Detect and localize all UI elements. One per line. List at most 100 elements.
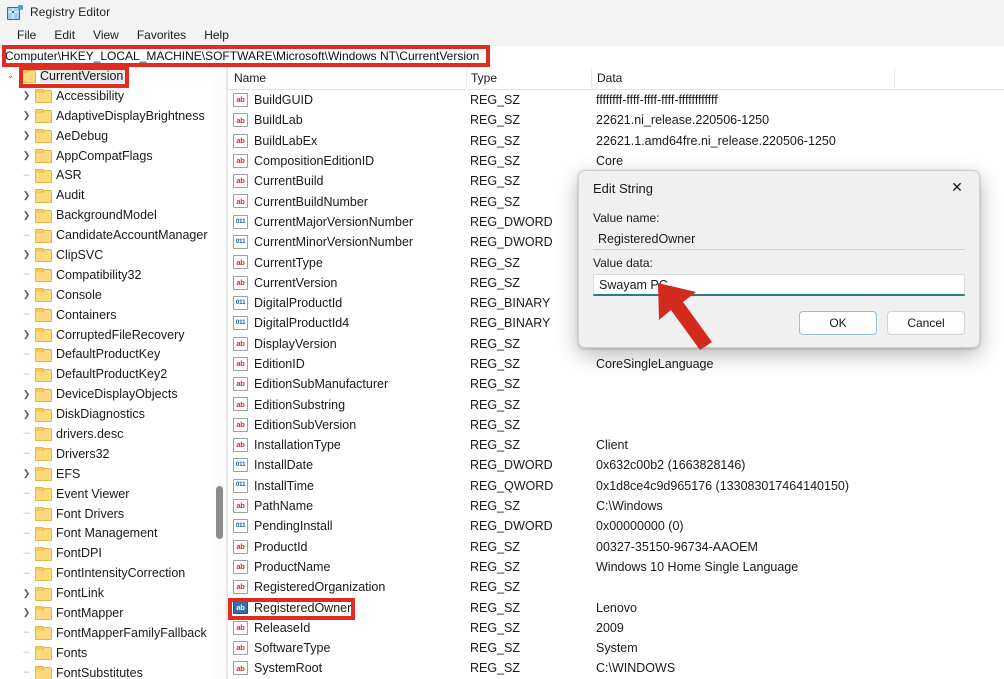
- tree-item-drivers32[interactable]: –Drivers32: [0, 444, 226, 464]
- tree-item-defaultproductkey2[interactable]: –DefaultProductKey2: [0, 364, 226, 384]
- menu-view[interactable]: View: [84, 26, 128, 44]
- chevron-right-icon[interactable]: ❯: [18, 151, 35, 160]
- tree-item-label: EFS: [56, 467, 84, 481]
- tree-item-font-management[interactable]: –Font Management: [0, 523, 226, 543]
- tree-line-icon: –: [18, 309, 35, 320]
- chevron-right-icon[interactable]: ❯: [18, 91, 35, 100]
- table-row[interactable]: 011PendingInstallREG_DWORD0x00000000 (0): [228, 516, 1004, 536]
- table-row[interactable]: abSystemRootREG_SZC:\WINDOWS: [228, 658, 1004, 678]
- cancel-button[interactable]: Cancel: [887, 311, 965, 335]
- table-row[interactable]: abBuildLabREG_SZ22621.ni_release.220506-…: [228, 110, 1004, 130]
- tree-item-candidateaccountmanager[interactable]: –CandidateAccountManager: [0, 225, 226, 245]
- tree-item-efs[interactable]: ❯ EFS: [0, 464, 226, 484]
- tree-item-appcompatflags[interactable]: ❯AppCompatFlags: [0, 146, 226, 166]
- table-row[interactable]: abRegisteredOrganizationREG_SZ: [228, 577, 1004, 597]
- table-row[interactable]: abCompositionEditionIDREG_SZCore: [228, 151, 1004, 171]
- tree-item-font-drivers[interactable]: –Font Drivers: [0, 504, 226, 524]
- tree-item-console[interactable]: ❯Console: [0, 285, 226, 305]
- tree-item-fontmapper[interactable]: ❯FontMapper: [0, 603, 226, 623]
- tree-item-diskdiagnostics[interactable]: ❯DiskDiagnostics: [0, 404, 226, 424]
- chevron-right-icon[interactable]: ❯: [18, 469, 35, 478]
- tree-scrollbar[interactable]: [212, 66, 226, 679]
- column-header-data[interactable]: Data: [597, 71, 622, 85]
- address-path: Computer\HKEY_LOCAL_MACHINE\SOFTWARE\Mic…: [0, 49, 479, 63]
- chevron-right-icon[interactable]: ❯: [18, 131, 35, 140]
- value-data-input[interactable]: Swayam PC: [593, 274, 965, 296]
- menu-edit[interactable]: Edit: [45, 26, 84, 44]
- tree-item-drivers-desc[interactable]: –drivers.desc: [0, 424, 226, 444]
- ok-button[interactable]: OK: [799, 311, 877, 335]
- value-type-cell: REG_BINARY: [470, 296, 550, 310]
- chevron-right-icon[interactable]: ❯: [18, 290, 35, 299]
- tree-item-asr[interactable]: –ASR: [0, 165, 226, 185]
- tree-item-fontsubstitutes[interactable]: –FontSubstitutes: [0, 663, 226, 679]
- chevron-right-icon[interactable]: ❯: [18, 211, 35, 220]
- chevron-right-icon[interactable]: ❯: [18, 390, 35, 399]
- table-row[interactable]: 011InstallDateREG_DWORD0x632c00b2 (16638…: [228, 455, 1004, 475]
- chevron-right-icon[interactable]: ❯: [18, 589, 35, 598]
- tree-item-fontdpi[interactable]: –FontDPI: [0, 543, 226, 563]
- value-name-cell: CurrentBuild: [254, 174, 323, 188]
- table-row[interactable]: abPathNameREG_SZC:\Windows: [228, 496, 1004, 516]
- close-icon[interactable]: ✕: [935, 171, 979, 203]
- tree-item-corruptedfilerecovery[interactable]: ❯CorruptedFileRecovery: [0, 325, 226, 345]
- tree-item-fontlink[interactable]: ❯FontLink: [0, 583, 226, 603]
- table-row[interactable]: abEditionSubManufacturerREG_SZ: [228, 374, 1004, 394]
- tree-item-fonts[interactable]: –Fonts: [0, 643, 226, 663]
- table-row[interactable]: abProductNameREG_SZWindows 10 Home Singl…: [228, 557, 1004, 577]
- chevron-right-icon[interactable]: ❯: [18, 191, 35, 200]
- tree-item-backgroundmodel[interactable]: ❯BackgroundModel: [0, 205, 226, 225]
- edit-string-dialog: Edit String ✕ Value name: RegisteredOwne…: [578, 170, 980, 348]
- value-type-cell: REG_QWORD: [470, 479, 553, 493]
- binary-value-icon: 011: [233, 215, 248, 229]
- chevron-right-icon[interactable]: ❯: [18, 410, 35, 419]
- tree-item-aedebug[interactable]: ❯ AeDebug: [0, 126, 226, 146]
- table-row[interactable]: abEditionSubstringREG_SZ: [228, 394, 1004, 414]
- registry-values-list[interactable]: Name Type Data abBuildGUIDREG_SZffffffff…: [228, 66, 1004, 679]
- tree-scrollbar-thumb[interactable]: [216, 486, 223, 539]
- table-row[interactable]: abReleaseIdREG_SZ2009: [228, 618, 1004, 638]
- table-row[interactable]: abEditionSubVersionREG_SZ: [228, 415, 1004, 435]
- menu-help[interactable]: Help: [195, 26, 238, 44]
- table-row[interactable]: abSoftwareTypeREG_SZSystem: [228, 638, 1004, 658]
- tree-item-devicedisplayobjects[interactable]: ❯DeviceDisplayObjects: [0, 384, 226, 404]
- tree-item-label: Accessibility: [56, 89, 128, 103]
- table-row[interactable]: abInstallationTypeREG_SZClient: [228, 435, 1004, 455]
- chevron-right-icon[interactable]: ❯: [18, 111, 35, 120]
- tree-item-accessibility[interactable]: ❯ Accessibility: [0, 86, 226, 106]
- menu-favorites[interactable]: Favorites: [128, 26, 195, 44]
- tree-item-currentversion[interactable]: ⌄CurrentVersion: [0, 66, 226, 86]
- tree-item-audit[interactable]: ❯Audit: [0, 185, 226, 205]
- table-row[interactable]: abEditionIDREG_SZCoreSingleLanguage: [228, 354, 1004, 374]
- table-row[interactable]: abBuildLabExREG_SZ22621.1.amd64fre.ni_re…: [228, 131, 1004, 151]
- column-header-type[interactable]: Type: [471, 71, 497, 85]
- tree-item-compatibility32[interactable]: –Compatibility32: [0, 265, 226, 285]
- chevron-right-icon[interactable]: ❯: [18, 250, 35, 259]
- value-name-cell: DigitalProductId4: [254, 316, 349, 330]
- table-row[interactable]: abProductIdREG_SZ00327-35150-96734-AAOEM: [228, 537, 1004, 557]
- column-header-name[interactable]: Name: [234, 71, 266, 85]
- tree-item-defaultproductkey[interactable]: –DefaultProductKey: [0, 344, 226, 364]
- tree-item-fontintensitycorrection[interactable]: –FontIntensityCorrection: [0, 563, 226, 583]
- table-row[interactable]: 011InstallTimeREG_QWORD0x1d8ce4c9d965176…: [228, 476, 1004, 496]
- value-name-cell: EditionSubstring: [254, 398, 345, 412]
- tree-line-icon: –: [18, 269, 35, 280]
- address-bar[interactable]: Computer\HKEY_LOCAL_MACHINE\SOFTWARE\Mic…: [0, 46, 1004, 66]
- tree-line-icon: –: [18, 170, 35, 181]
- tree-item-fontmapperfamilyfallback[interactable]: –FontMapperFamilyFallback: [0, 623, 226, 643]
- table-row[interactable]: abBuildGUIDREG_SZffffffff-ffff-ffff-ffff…: [228, 90, 1004, 110]
- tree-item-clipsvc[interactable]: ❯ClipSVC: [0, 245, 226, 265]
- tree-item-containers[interactable]: – Containers: [0, 305, 226, 325]
- tree-item-event-viewer[interactable]: –Event Viewer: [0, 484, 226, 504]
- table-row[interactable]: abRegisteredOwnerREG_SZLenovo: [228, 597, 1004, 617]
- chevron-right-icon[interactable]: ❯: [18, 608, 35, 617]
- menu-file[interactable]: File: [8, 26, 45, 44]
- chevron-down-icon[interactable]: ⌄: [2, 71, 19, 80]
- tree-item-label: AeDebug: [56, 129, 112, 143]
- registry-key-tree[interactable]: ⌄CurrentVersion ❯ Accessibility ❯AdaptiveDi…: [0, 66, 226, 679]
- tree-item-adaptivedisplaybrightness[interactable]: ❯AdaptiveDisplayBrightness: [0, 106, 226, 126]
- chevron-right-icon[interactable]: ❯: [18, 330, 35, 339]
- value-type-cell: REG_SZ: [470, 580, 520, 594]
- folder-icon: [35, 567, 51, 580]
- tree-item-label: Containers: [56, 308, 120, 322]
